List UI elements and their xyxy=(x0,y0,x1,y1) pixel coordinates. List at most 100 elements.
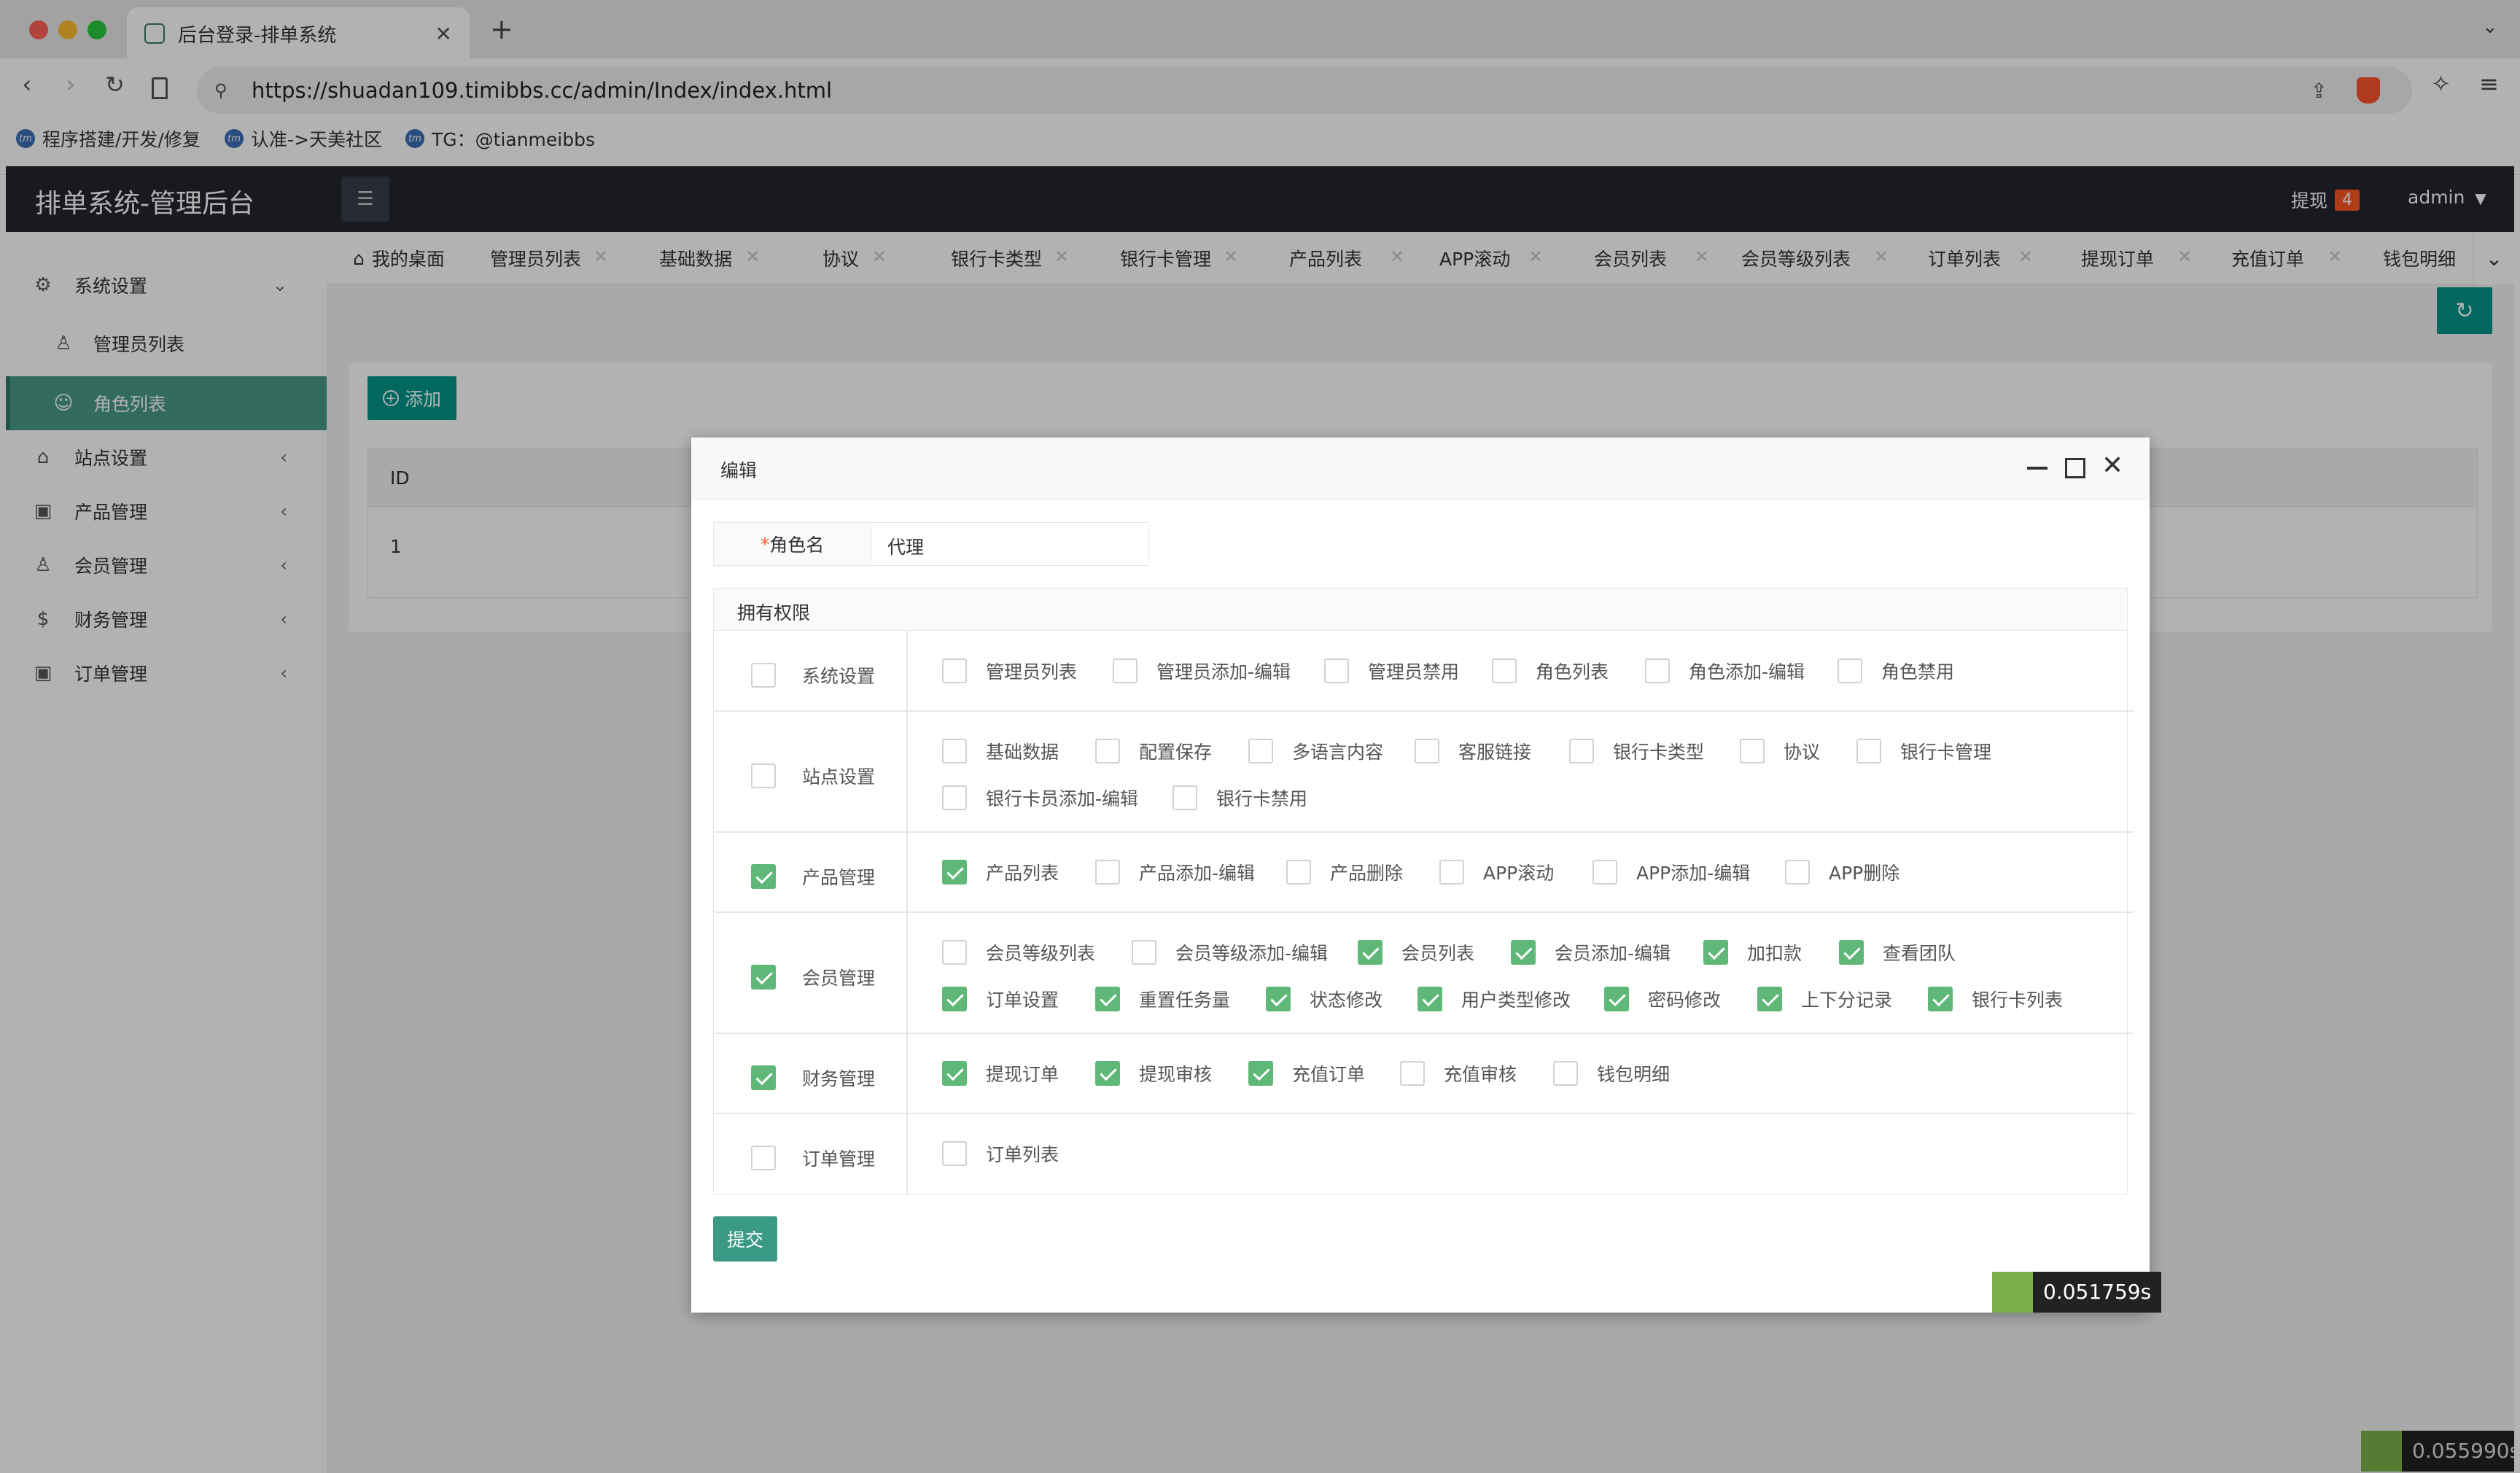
checkbox-checked[interactable] xyxy=(1703,940,1728,965)
checkbox-checked[interactable] xyxy=(1604,987,1629,1011)
perm-item[interactable]: 钱包明细 xyxy=(1553,1059,1670,1088)
perm-item[interactable]: APP删除 xyxy=(1785,858,1899,887)
checkbox-checked[interactable] xyxy=(1928,987,1953,1011)
checkbox[interactable] xyxy=(942,785,967,810)
perm-item[interactable]: 会员等级添加-编辑 xyxy=(1132,938,1328,967)
checkbox[interactable] xyxy=(942,739,967,763)
perm-item[interactable]: 查看团队 xyxy=(1839,938,1956,967)
submit-button[interactable]: 提交 xyxy=(713,1216,777,1262)
perm-item[interactable]: 会员添加-编辑 xyxy=(1511,938,1671,967)
perm-item[interactable]: 基础数据 xyxy=(942,736,1059,766)
checkbox-checked[interactable] xyxy=(1266,987,1291,1011)
checkbox-checked[interactable] xyxy=(942,860,967,885)
perm-item[interactable]: 管理员列表 xyxy=(942,656,1077,685)
perm-item[interactable]: 重置任务量 xyxy=(1095,984,1230,1014)
perm-item[interactable]: 银行卡禁用 xyxy=(1172,783,1307,812)
checkbox-checked[interactable] xyxy=(751,1065,776,1090)
checkbox[interactable] xyxy=(942,940,967,965)
checkbox[interactable] xyxy=(1095,860,1120,885)
checkbox-checked[interactable] xyxy=(1511,940,1536,965)
perm-item[interactable]: 管理员禁用 xyxy=(1324,656,1459,685)
row-divider xyxy=(715,1113,2134,1114)
checkbox[interactable] xyxy=(1324,658,1349,683)
perm-item[interactable]: APP滚动 xyxy=(1439,858,1554,887)
perm-item[interactable]: 提现审核 xyxy=(1095,1059,1212,1088)
group-order[interactable]: 订单管理 xyxy=(751,1143,875,1173)
checkbox[interactable] xyxy=(1095,739,1120,763)
checkbox[interactable] xyxy=(1838,658,1862,683)
checkbox[interactable] xyxy=(1172,785,1197,810)
checkbox[interactable] xyxy=(751,1146,776,1170)
checkbox[interactable] xyxy=(1439,860,1464,885)
perm-item[interactable]: 客服链接 xyxy=(1415,736,1531,766)
group-system[interactable]: 系统设置 xyxy=(751,661,875,690)
checkbox-checked[interactable] xyxy=(942,987,967,1011)
perm-item[interactable]: 订单列表 xyxy=(942,1139,1059,1168)
perm-item[interactable]: 充值订单 xyxy=(1248,1059,1365,1088)
perm-item[interactable]: 多语言内容 xyxy=(1248,736,1383,766)
perm-item[interactable]: 产品列表 xyxy=(942,858,1059,887)
perm-item[interactable]: 银行卡列表 xyxy=(1928,984,2063,1014)
perm-item[interactable]: 充值审核 xyxy=(1400,1059,1517,1088)
checkbox[interactable] xyxy=(1286,860,1311,885)
minimize-icon[interactable] xyxy=(2027,467,2048,470)
checkbox[interactable] xyxy=(1856,739,1881,763)
checkbox[interactable] xyxy=(1113,658,1138,683)
perm-item[interactable]: 密码修改 xyxy=(1604,984,1721,1014)
perm-item[interactable]: 加扣款 xyxy=(1703,938,1802,967)
checkbox[interactable] xyxy=(1785,860,1810,885)
checkbox[interactable] xyxy=(1553,1061,1578,1086)
checkbox[interactable] xyxy=(942,1141,967,1166)
checkbox[interactable] xyxy=(1740,739,1765,763)
perm-item[interactable]: 管理员添加-编辑 xyxy=(1113,656,1291,685)
checkbox[interactable] xyxy=(1132,940,1156,965)
checkbox[interactable] xyxy=(942,658,967,683)
perm-item[interactable]: 角色禁用 xyxy=(1838,656,1954,685)
checkbox[interactable] xyxy=(1569,739,1594,763)
checkbox-checked[interactable] xyxy=(1095,987,1120,1011)
checkbox[interactable] xyxy=(751,663,776,688)
perm-item[interactable]: 状态修改 xyxy=(1266,984,1382,1014)
perm-item[interactable]: 银行卡类型 xyxy=(1569,736,1704,766)
checkbox-checked[interactable] xyxy=(1358,940,1382,965)
checkbox-checked[interactable] xyxy=(1839,940,1864,965)
close-icon[interactable]: ✕ xyxy=(2101,451,2123,481)
checkbox[interactable] xyxy=(1248,739,1273,763)
perm-item[interactable]: 角色添加-编辑 xyxy=(1645,656,1805,685)
perm-item[interactable]: 协议 xyxy=(1740,736,1820,766)
perm-item[interactable]: 产品删除 xyxy=(1286,858,1403,887)
checkbox[interactable] xyxy=(1645,658,1670,683)
checkbox-checked[interactable] xyxy=(1418,987,1442,1011)
checkbox[interactable] xyxy=(1492,658,1517,683)
group-finance[interactable]: 财务管理 xyxy=(751,1063,875,1092)
perm-label: 订单设置 xyxy=(986,990,1059,1011)
checkbox-checked[interactable] xyxy=(942,1061,967,1086)
group-product[interactable]: 产品管理 xyxy=(751,862,875,891)
group-member[interactable]: 会员管理 xyxy=(751,963,875,992)
perm-item[interactable]: 配置保存 xyxy=(1095,736,1212,766)
checkbox[interactable] xyxy=(1415,739,1439,763)
perm-item[interactable]: 角色列表 xyxy=(1492,656,1609,685)
perm-item[interactable]: 提现订单 xyxy=(942,1059,1059,1088)
checkbox-checked[interactable] xyxy=(1095,1061,1120,1086)
perm-item[interactable]: 银行卡员添加-编辑 xyxy=(942,783,1138,812)
checkbox[interactable] xyxy=(1592,860,1617,885)
checkbox-checked[interactable] xyxy=(1248,1061,1273,1086)
modal-title: 编辑 xyxy=(720,460,758,481)
perm-item[interactable]: 用户类型修改 xyxy=(1418,984,1571,1014)
checkbox-checked[interactable] xyxy=(751,864,776,889)
checkbox[interactable] xyxy=(751,763,776,788)
perm-item[interactable]: 会员等级列表 xyxy=(942,938,1095,967)
group-site[interactable]: 站点设置 xyxy=(751,761,875,790)
perm-item[interactable]: 会员列表 xyxy=(1358,938,1474,967)
checkbox-checked[interactable] xyxy=(751,965,776,990)
maximize-icon[interactable] xyxy=(2065,458,2085,478)
perm-item[interactable]: 上下分记录 xyxy=(1757,984,1892,1014)
perm-item[interactable]: 订单设置 xyxy=(942,984,1059,1014)
perm-item[interactable]: 产品添加-编辑 xyxy=(1095,858,1255,887)
perm-item[interactable]: 银行卡管理 xyxy=(1856,736,1991,766)
checkbox[interactable] xyxy=(1400,1061,1425,1086)
perm-item[interactable]: APP添加-编辑 xyxy=(1592,858,1750,887)
checkbox-checked[interactable] xyxy=(1757,987,1782,1011)
role-name-input[interactable]: 代理 xyxy=(871,523,1148,565)
